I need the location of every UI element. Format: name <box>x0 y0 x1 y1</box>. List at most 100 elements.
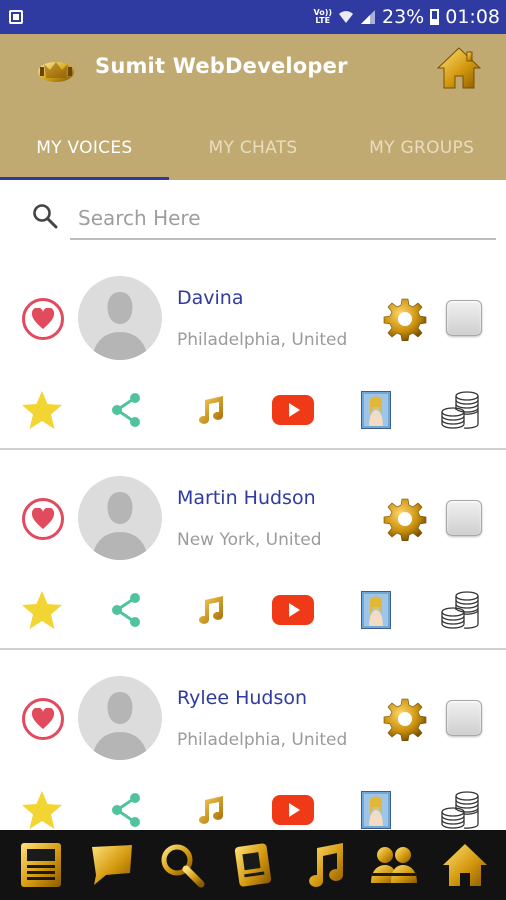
default-avatar-icon <box>92 692 148 760</box>
youtube-icon <box>272 595 314 625</box>
nav-news-button[interactable] <box>14 838 68 892</box>
home-icon[interactable] <box>436 46 482 90</box>
coins-button[interactable] <box>438 788 482 832</box>
nav-search-button[interactable] <box>155 838 209 892</box>
photo-thumbnail[interactable] <box>360 788 392 832</box>
tab-bar: MY VOICES MY CHATS MY GROUPS <box>0 130 506 180</box>
star-button[interactable] <box>20 388 64 432</box>
user-location: Philadelphia, United <box>177 330 348 350</box>
nav-home-button[interactable] <box>438 838 492 892</box>
select-checkbox[interactable] <box>446 700 482 736</box>
star-icon <box>22 591 62 629</box>
photo-thumbnail-icon <box>361 391 391 429</box>
coins-icon <box>441 391 479 429</box>
heart-icon <box>31 508 55 529</box>
share-button[interactable] <box>106 388 146 432</box>
music-note-icon <box>199 596 223 624</box>
photo-thumbnail[interactable] <box>360 588 392 632</box>
photo-thumbnail[interactable] <box>360 388 392 432</box>
music-note-icon <box>199 796 223 824</box>
volte-bottom-text: LTE <box>315 16 331 25</box>
notification-icon <box>9 10 23 24</box>
tab-my-groups[interactable]: MY GROUPS <box>337 130 506 180</box>
chat-icon <box>91 845 132 885</box>
tab-my-chats[interactable]: MY CHATS <box>169 130 338 180</box>
signal-icon <box>361 10 375 24</box>
home-icon <box>442 844 487 886</box>
active-tab-indicator <box>0 177 169 180</box>
star-icon <box>22 791 62 829</box>
avatar[interactable] <box>78 676 162 760</box>
user-name[interactable]: Martin Hudson <box>177 487 316 509</box>
heart-icon <box>31 308 55 329</box>
user-location: New York, United <box>177 530 322 550</box>
share-button[interactable] <box>106 788 146 832</box>
card-actions <box>0 788 506 836</box>
photo-thumbnail-icon <box>361 791 391 829</box>
wifi-icon <box>339 11 353 23</box>
youtube-icon <box>272 795 314 825</box>
star-button[interactable] <box>20 788 64 832</box>
app-title: Sumit WebDeveloper <box>95 54 348 78</box>
status-bar: Vo)) LTE 23% 01:08 <box>0 0 506 34</box>
favorite-heart-button[interactable] <box>22 298 64 340</box>
coins-icon <box>441 791 479 829</box>
user-location: Philadelphia, United <box>177 730 348 750</box>
share-icon <box>112 593 140 627</box>
nav-groups-button[interactable] <box>367 838 421 892</box>
music-button[interactable] <box>190 788 230 832</box>
youtube-button[interactable] <box>271 588 315 632</box>
share-icon <box>112 793 140 827</box>
favorite-heart-button[interactable] <box>22 498 64 540</box>
id-card-icon <box>234 843 272 887</box>
share-icon <box>112 393 140 427</box>
youtube-button[interactable] <box>271 788 315 832</box>
user-name[interactable]: Rylee Hudson <box>177 687 307 709</box>
coins-button[interactable] <box>438 588 482 632</box>
coins-button[interactable] <box>438 388 482 432</box>
user-card: Martin Hudson New York, United <box>0 450 506 650</box>
nav-id-button[interactable] <box>226 838 280 892</box>
star-icon <box>22 391 62 429</box>
user-card: Davina Philadelphia, United <box>0 250 506 450</box>
music-note-icon <box>199 396 223 424</box>
volte-indicator: Vo)) LTE <box>313 9 332 25</box>
youtube-button[interactable] <box>271 388 315 432</box>
avatar[interactable] <box>78 276 162 360</box>
default-avatar-icon <box>92 492 148 560</box>
group-icon <box>371 847 418 883</box>
tab-my-voices[interactable]: MY VOICES <box>0 130 169 180</box>
music-button[interactable] <box>190 588 230 632</box>
youtube-icon <box>272 395 314 425</box>
battery-icon <box>430 9 440 25</box>
nav-chat-button[interactable] <box>85 838 139 892</box>
star-button[interactable] <box>20 588 64 632</box>
select-checkbox[interactable] <box>446 300 482 336</box>
user-card: Rylee Hudson Philadelphia, United <box>0 650 506 850</box>
card-actions <box>0 588 506 636</box>
music-button[interactable] <box>190 388 230 432</box>
favorite-heart-button[interactable] <box>22 698 64 740</box>
music-icon <box>308 843 343 887</box>
settings-gear-icon[interactable] <box>383 297 427 341</box>
select-checkbox[interactable] <box>446 500 482 536</box>
brand-logo-icon[interactable] <box>34 56 78 86</box>
settings-gear-icon[interactable] <box>383 497 427 541</box>
coins-icon <box>441 591 479 629</box>
clock: 01:08 <box>445 6 500 28</box>
settings-gear-icon[interactable] <box>383 697 427 741</box>
status-indicators: Vo)) LTE 23% 01:08 <box>313 0 500 34</box>
app-bar: Sumit WebDeveloper MY VOICES MY CHATS MY… <box>0 34 506 180</box>
default-avatar-icon <box>92 292 148 360</box>
bottom-navigation <box>0 830 506 900</box>
nav-music-button[interactable] <box>297 838 351 892</box>
avatar[interactable] <box>78 476 162 560</box>
card-actions <box>0 388 506 436</box>
share-button[interactable] <box>106 588 146 632</box>
user-name[interactable]: Davina <box>177 287 243 309</box>
search-icon <box>33 204 58 229</box>
battery-percent: 23% <box>382 6 425 28</box>
photo-thumbnail-icon <box>361 591 391 629</box>
news-icon <box>21 843 62 887</box>
search-input[interactable] <box>70 198 496 240</box>
